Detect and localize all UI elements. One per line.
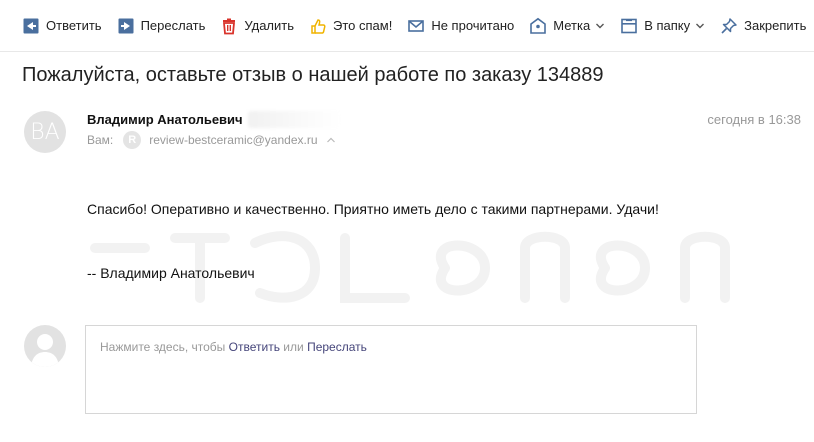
unread-label: Не прочитано [431,18,515,33]
thumbs-up-icon [311,18,326,34]
reply-label: Ответить [46,18,102,33]
message-signature: -- Владимир Анатольевич [87,265,255,281]
move-to-folder-dropdown[interactable]: В папку [620,14,705,38]
folder-label: В папку [644,18,691,33]
delete-button[interactable]: Удалить [220,14,294,38]
spam-button[interactable]: Это спам! [309,14,392,38]
pin-label: Закрепить [744,18,807,33]
trash-icon [223,18,236,34]
label-label: Метка [553,18,591,33]
to-label: Вам: [87,133,114,147]
user-avatar [24,325,66,367]
watermark [90,231,730,303]
delete-label: Удалить [244,18,295,33]
forward-link[interactable]: Переслать [307,340,367,354]
chevron-down-icon [696,23,705,28]
forward-label: Переслать [140,18,206,33]
reply-prompt: Нажмите здесь, чтобы [100,340,226,354]
reply-or: или [283,340,304,354]
forward-button[interactable]: Переслать [117,14,206,38]
sender-name[interactable]: Владимир Анатольевич [87,112,243,127]
chevron-up-icon[interactable] [326,136,336,144]
message-body: Спасибо! Оперативно и качественно. Прият… [87,201,659,217]
recipient-email[interactable]: review-bestceramic@yandex.ru [149,133,317,147]
mark-unread-button[interactable]: Не прочитано [407,14,514,38]
toolbar: Ответить Переслать Удалить Это спам! Не … [0,0,814,52]
quick-reply-box[interactable]: Нажмите здесь, чтобы Ответить или Пересл… [85,325,697,414]
sender-email-redacted [248,111,342,128]
pin-icon [721,17,737,34]
reply-icon [23,18,39,33]
user-silhouette-icon [31,334,59,367]
reply-link[interactable]: Ответить [229,340,280,354]
pin-button[interactable]: Закрепить [720,14,806,38]
envelope-icon [408,19,425,32]
chevron-down-icon [596,23,605,28]
forward-icon [118,18,134,33]
label-dropdown[interactable]: Метка [529,14,605,38]
spam-label: Это спам! [333,18,393,33]
message-subject: Пожалуйста, оставьте отзыв о нашей работ… [22,64,604,86]
message-date: сегодня в 16:38 [707,112,801,127]
tag-icon [530,17,547,34]
recipient-avatar: R [123,131,142,149]
sender-avatar[interactable]: BA [24,111,66,153]
recipient-row: Вам: R review-bestceramic@yandex.ru [87,131,336,149]
reply-button[interactable]: Ответить [22,14,102,38]
folder-icon [621,18,638,33]
